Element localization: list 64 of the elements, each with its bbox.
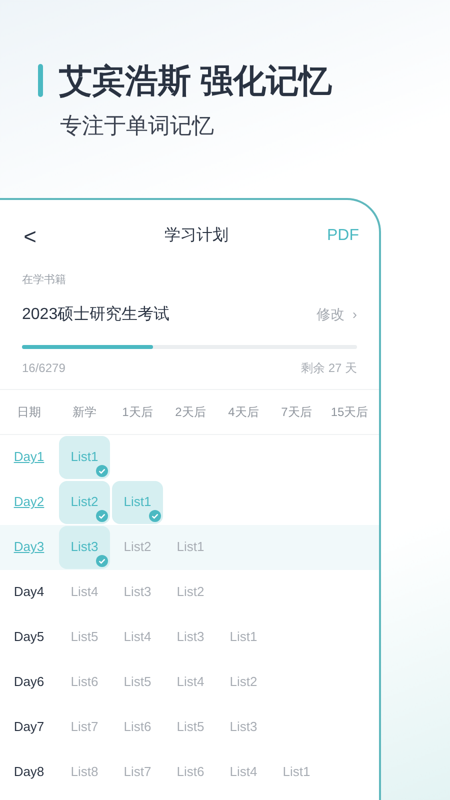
list-label: List2 [176,583,204,602]
day-link[interactable]: Day3 [14,537,44,557]
table-row[interactable]: Day1 List1 [0,434,379,480]
edit-button[interactable]: 修改 › [316,304,357,325]
list-label: List6 [124,718,152,736]
list-label: List1 [176,538,204,556]
days-remaining: 剩余 27 天 [300,360,357,376]
list-label: List1 [282,763,310,782]
column-header: 7天后 [280,404,313,420]
table-row[interactable]: Day4 List4 List3 List2 [0,570,379,614]
list-label: List8 [70,763,98,782]
table-row[interactable]: Day8 List8 List7 List6 List4 List1 [0,750,379,794]
list-label: List3 [124,583,152,602]
list-label: List6 [176,763,204,782]
day-link[interactable]: Day2 [14,492,44,512]
list-tile[interactable]: List3 [59,526,110,568]
table-row[interactable]: Day7 List7 List6 List5 List3 [0,704,379,750]
list-label: List2 [124,538,152,556]
day-label: Day4 [14,583,44,602]
day-label: Day6 [14,673,44,692]
list-label: List5 [70,628,98,646]
list-label: List3 [230,718,258,736]
list-label: List1 [230,628,258,646]
list-label: List4 [230,763,258,782]
list-tile[interactable]: List2 [59,480,110,524]
check-icon [96,554,108,566]
list-label: List4 [176,673,204,692]
column-header: 日期 [16,404,42,420]
list-label: List5 [124,673,152,692]
book-title: 2023硕士研究生考试 [22,304,170,324]
back-button[interactable]: < [18,220,42,252]
list-label: List4 [124,628,152,646]
column-header: 4天后 [227,404,260,420]
list-tile[interactable]: List1 [59,436,110,478]
column-header: 15天后 [330,404,370,420]
section-label: 在学书籍 [22,273,67,288]
list-tile[interactable]: List1 [112,480,163,524]
list-label: List4 [70,583,98,602]
table-row[interactable]: Day5 List5 List4 List3 List1 [0,614,379,660]
list-label: List5 [176,718,204,736]
list-label: List7 [70,718,98,736]
table-row[interactable]: Day2 List2 List1 [0,480,379,524]
table-row[interactable]: Day6 List6 List5 List4 List2 [0,660,379,704]
day-label: Day8 [14,763,44,782]
list-label: List3 [176,628,204,646]
day-label: Day5 [14,628,44,646]
check-icon [96,510,108,522]
day-link[interactable]: Day1 [14,447,44,467]
pdf-button[interactable]: PDF [327,224,359,248]
page-title: 学习计划 [164,226,228,246]
list-label: List6 [70,673,98,692]
subtitle: 专注于单词记忆 [60,115,215,137]
column-header: 2天后 [174,404,207,420]
headline: 艾宾浩斯 强化记忆 [59,64,332,97]
accent-bar [38,64,43,97]
check-icon [96,464,108,476]
table-row[interactable]: Day3 List3 List2 List1 [0,524,379,570]
progress-count: 16/6279 [22,360,66,376]
column-header: 新学 [72,404,98,420]
column-header: 1天后 [121,404,154,420]
list-label: List7 [124,763,152,782]
check-icon [149,510,161,522]
list-label: List2 [230,673,258,692]
day-label: Day7 [14,718,44,736]
